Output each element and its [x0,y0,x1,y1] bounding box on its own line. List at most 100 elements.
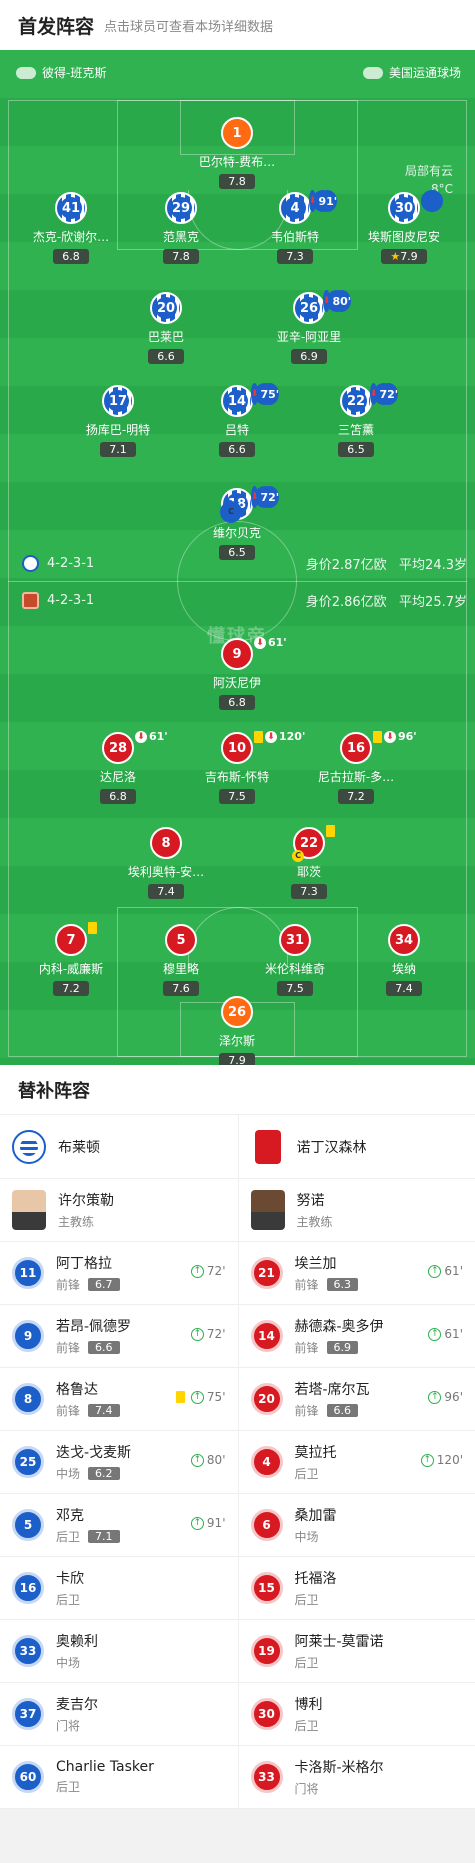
sub-on-info: ↑ 80' [190,1453,226,1467]
sub-off-icon: ⬇ [135,730,147,743]
player-name: 埃纳 [391,962,416,976]
player-number-badge: 10 ⬇ 120' [221,730,305,764]
player-home-41[interactable]: 41 杰克-欣谢尔… 6.8 [16,192,126,264]
sub-number-badge: 4 [250,1446,283,1478]
sub-row[interactable]: 8 格鲁达 前锋 7.4 ↑ 75' [0,1368,238,1431]
player-events: ⬇ 91' [308,190,338,212]
sub-number-badge: 33 [250,1761,283,1793]
player-number-badge: 17 [102,385,134,417]
home-value: 身价2.87亿欧 [305,558,387,573]
sub-row[interactable]: 25 迭戈-戈麦斯 中场 6.2 ↑ 80' [0,1431,238,1494]
player-number-badge: 9 ⬇ 61' [221,636,287,670]
weather-text: 局部有云 [404,164,453,178]
player-name: 阿沃尼伊 [212,676,261,690]
player-away-22[interactable]: 22 C 耶茨 7.3 [254,825,364,899]
sub-row[interactable]: 33 奥赖利 中场 [0,1620,238,1683]
player-home-18[interactable]: 18⬇72'C维尔贝克6.5 [182,486,292,560]
sub-row[interactable]: 14 赫德森-奥多伊 前锋 6.9 ↑ 61' [238,1305,475,1368]
sub-position: 后卫 [294,1467,319,1481]
player-away-26[interactable]: 26 泽尔斯 7.9 [182,996,292,1065]
sub-minute: 75' [260,383,280,405]
sub-row[interactable]: 15 托福洛 后卫 [238,1557,475,1620]
away-formation: 4-2-3-1 [47,593,95,608]
sub-off-icon: ⬇ [265,730,277,743]
player-away-34[interactable]: 34 埃纳 7.4 [349,924,459,996]
sub-on-info: ↑ 72' [190,1264,226,1278]
player-number-badge: 26 [221,996,253,1028]
player-name: 内科-威廉斯 [38,962,104,976]
sub-position: 后卫 [56,1530,81,1544]
player-number-badge: 22 ⬇ 72' [340,383,399,417]
sub-row[interactable]: 30 博利 后卫 [238,1683,475,1746]
player-away-9[interactable]: 9 ⬇ 61' 阿沃尼伊 6.8 [182,636,292,710]
sub-row[interactable]: 33 卡洛斯-米格尔 门将 [238,1746,475,1809]
player-home-22[interactable]: 22 ⬇ 72' 三笘薰 6.5 [301,383,411,457]
player-away-28[interactable]: 28 ⬇ 61' 达尼洛 6.8 [63,730,173,804]
player-away-7[interactable]: 7 内科-威廉斯 7.2 [16,922,126,996]
sub-row[interactable]: 11 阿丁格拉 前锋 6.7 ↑ 72' [0,1242,238,1305]
sub-on-icon: ↑ [428,1264,442,1278]
player-rating: 6.8 [100,789,136,804]
away-team-row[interactable]: 诺丁汉森林 [238,1115,475,1179]
player-home-26[interactable]: 26 ⬇ 80' 亚辛-阿亚里 6.9 [254,290,364,364]
player-away-16[interactable]: 16 ⬇ 96' 尼古拉斯-多… 7.2 [301,730,417,804]
sub-position: 前锋 [294,1404,319,1418]
sub-row[interactable]: 5 邓克 后卫 7.1 ↑ 91' [0,1494,238,1557]
sub-position: 前锋 [56,1341,81,1355]
home-team-row[interactable]: 布莱顿 [0,1115,238,1179]
player-name: 达尼洛 [99,770,136,784]
player-home-29[interactable]: 29 范黑克 7.8 [126,192,236,264]
forest-crest-icon [22,592,39,609]
player-home-4[interactable]: 4 ⬇ 91' 韦伯斯特 7.3 [240,190,350,264]
player-number-badge: 8 [150,827,182,859]
player-rating: 6.9 [291,349,327,364]
sub-off-icon: ⬇ [250,486,259,508]
player-away-8[interactable]: 8 埃利奥特-安… 7.4 [111,827,221,899]
page-subtitle: 点击球员可查看本场详细数据 [104,19,274,35]
player-away-5[interactable]: 5 穆里略 7.6 [126,924,236,996]
player-rating: 7.9 [219,1053,255,1065]
player-home-20[interactable]: 20 巴莱巴 6.6 [111,292,221,364]
player-rating: 7.3 [291,884,327,899]
sub-off-icon: ⬇ [384,730,396,743]
player-home-30[interactable]: 30 埃斯图皮尼安 ★7.9 [349,190,459,264]
sub-number-badge: 9 [12,1320,44,1352]
player-number-badge: 34 [388,924,420,956]
player-number-badge: 29 [165,192,197,224]
yellow-card-icon [421,190,443,212]
sub-on-icon: ↑ [420,1453,434,1467]
sub-row[interactable]: 21 埃兰加 前锋 6.3 ↑ 61' [238,1242,475,1305]
player-home-17[interactable]: 17 扬库巴-明特 7.1 [63,385,173,457]
home-coach-row[interactable]: 许尔策勒 主教练 [0,1179,238,1242]
sub-on-minute: 72' [206,1327,226,1341]
sub-position: 前锋 [294,1341,319,1355]
captain-badge: C [292,850,304,862]
player-rating: 7.5 [277,981,313,996]
sub-row[interactable]: 20 若塔-席尔瓦 前锋 6.6 ↑ 96' [238,1368,475,1431]
player-away-31[interactable]: 31 米伦科维奇 7.5 [240,924,350,996]
sub-row[interactable]: 37 麦吉尔 门将 [0,1683,238,1746]
sub-name: 麦吉尔 [56,1697,98,1713]
sub-row[interactable]: 9 若昂-佩德罗 前锋 6.6 ↑ 72' [0,1305,238,1368]
sub-minute: 96' [398,730,417,743]
player-home-1[interactable]: 1 巴尔特-费布… 7.8 [182,117,292,189]
sub-row[interactable]: 4 莫拉托 后卫 ↑ 120' [238,1431,475,1494]
sub-row[interactable]: 19 阿莱士-莫雷诺 后卫 [238,1620,475,1683]
player-events: ⬇ 61' [254,636,287,649]
sub-number-badge: 25 [12,1446,44,1478]
sub-position: 后卫 [294,1593,319,1607]
player-home-14[interactable]: 14 ⬇ 75' 吕特 6.6 [182,383,292,457]
player-rating: 7.5 [219,789,255,804]
sub-minute: 91' [318,190,338,212]
player-number-badge: 28 ⬇ 61' [102,730,168,764]
stadium: 美国运通球场 [362,64,461,81]
sub-number-badge: 16 [12,1572,44,1604]
sub-row[interactable]: 6 桑加雷 中场 [238,1494,475,1557]
sub-row[interactable]: 16 卡欣 后卫 [0,1557,238,1620]
yellow-card-icon [373,730,382,743]
player-away-10[interactable]: 10 ⬇ 120' 吉布斯-怀特 7.5 [182,730,305,804]
sub-on-icon: ↑ [190,1453,204,1467]
home-age: 平均24.3岁 [399,558,467,573]
sub-row[interactable]: 60 Charlie Tasker 后卫 [0,1746,238,1809]
away-coach-row[interactable]: 努诺 主教练 [238,1179,475,1242]
